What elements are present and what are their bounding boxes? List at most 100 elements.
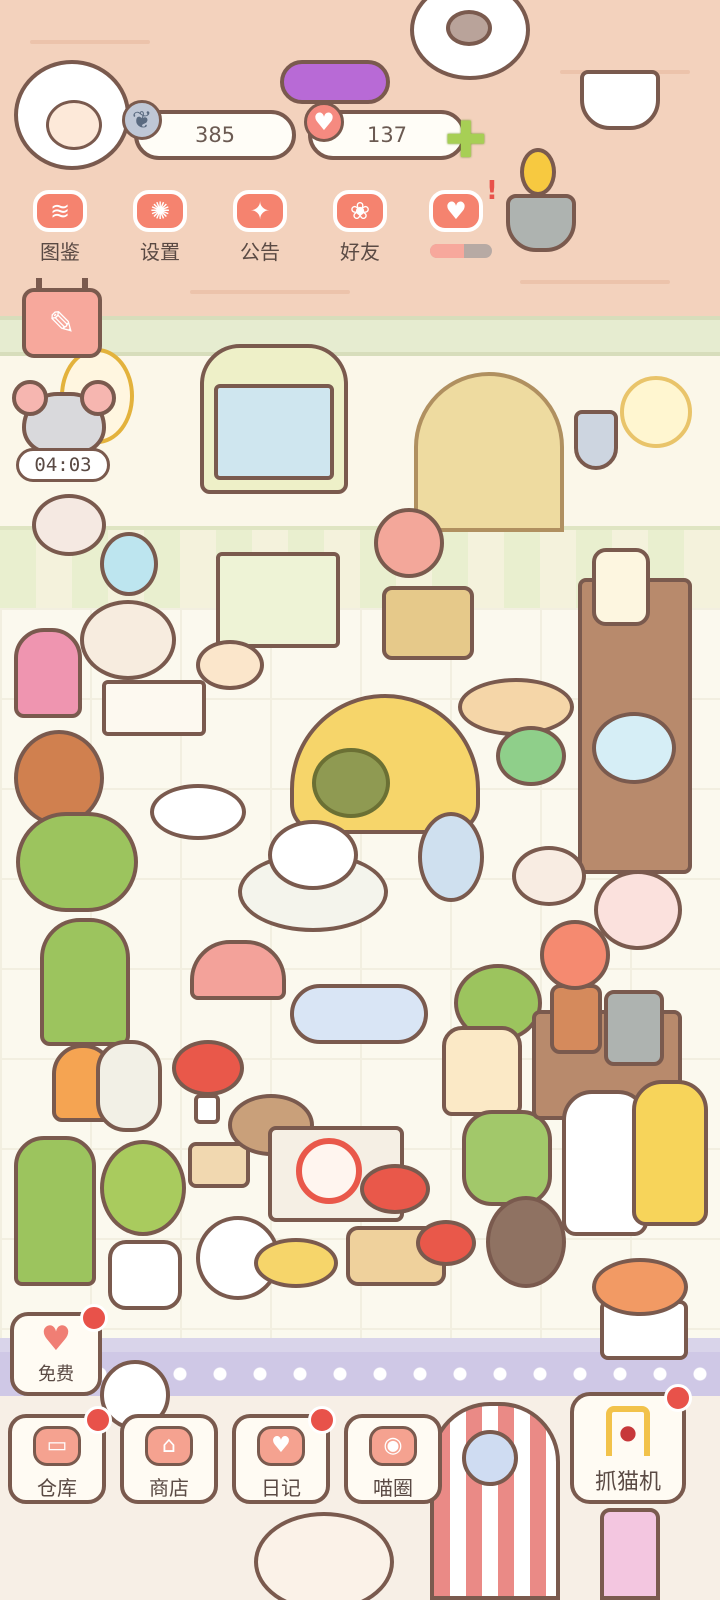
fish-icon: ❦ (122, 100, 162, 140)
shop-icon: ⌂ (145, 1426, 193, 1466)
daisy-pot-decoration[interactable] (442, 1026, 522, 1116)
settings-label: 设置 (140, 240, 180, 264)
shop-label: 商店 (149, 1476, 189, 1500)
cat-circle-button[interactable]: ◉ 喵圈 (344, 1414, 442, 1504)
round-cushion-decoration[interactable] (458, 678, 574, 736)
coconut-drink-decoration[interactable] (496, 726, 566, 786)
edit-room-button[interactable]: ✎ (22, 278, 102, 358)
friends-button[interactable]: ❀ 好友 (316, 190, 404, 266)
shop-button[interactable]: ⌂ 商店 (120, 1414, 218, 1504)
bunny-topiary-decoration[interactable] (40, 918, 130, 1046)
orange-flower-decoration (540, 920, 610, 990)
succulent-pot-decoration (604, 990, 664, 1066)
hanging-ladle-decoration[interactable] (574, 410, 618, 470)
pink-teapot-decoration[interactable] (594, 870, 682, 950)
radish-decoration[interactable] (96, 1040, 162, 1132)
tulip-pot-decoration[interactable] (506, 194, 576, 252)
storage-label: 仓库 (37, 1476, 77, 1500)
claw-icon: ● (606, 1406, 650, 1456)
diary-label: 日记 (261, 1476, 301, 1500)
tulip-flower-decoration (520, 148, 556, 196)
bread-decoration[interactable] (188, 1142, 250, 1188)
heart-letter-icon: ♥ (429, 190, 483, 232)
cat-bed-opening (312, 748, 390, 818)
cactus-pot-decoration (550, 984, 602, 1054)
notice-button[interactable]: ✦ 公告 (216, 190, 304, 266)
candy-cushion-decoration[interactable] (280, 60, 390, 104)
mouse-timer-icon[interactable] (12, 380, 116, 454)
event-progress-bar (430, 244, 492, 258)
lantern-decoration[interactable] (418, 812, 484, 902)
heart-currency-value: 137 (366, 123, 408, 147)
sheep-rug-decoration[interactable] (290, 984, 428, 1044)
claw-machine-label: 抓猫机 (594, 1470, 661, 1495)
straw-hat-decoration[interactable] (620, 376, 692, 448)
mouse-ear-right (80, 380, 116, 416)
hedgehog-decoration[interactable] (512, 846, 586, 906)
gramophone-horn-decoration (374, 508, 444, 578)
mushroom-lamp-stem (194, 1094, 220, 1124)
paint-palette-decoration[interactable] (196, 640, 264, 690)
diary-notification-dot (308, 1406, 336, 1434)
notice-label: 公告 (240, 240, 280, 264)
books-letters-decoration[interactable] (102, 680, 206, 736)
window-glass (214, 384, 334, 480)
guide-button[interactable]: ≋ 图鉴 (16, 190, 104, 266)
record-player-decoration[interactable] (382, 586, 474, 660)
bunny-decoration[interactable] (32, 494, 106, 556)
pink-jar-decoration[interactable] (600, 1508, 660, 1600)
friends-label: 好友 (340, 240, 380, 264)
easel-painting-decoration[interactable] (216, 552, 340, 648)
add-hearts-button[interactable]: ✚ (444, 115, 488, 165)
topiary-bush-decoration[interactable] (16, 812, 138, 912)
heart-icon: ♥ (304, 102, 344, 142)
countdown-timer: 04:03 (16, 448, 110, 482)
potted-tree-decoration[interactable] (14, 1136, 96, 1286)
settings-button[interactable]: ✺ 设置 (116, 190, 204, 266)
claw-notification-dot (664, 1384, 692, 1412)
arched-doorway-decoration[interactable] (414, 372, 564, 532)
hat-chick-decoration[interactable] (254, 1238, 338, 1288)
plus-icon: ✚ (445, 111, 487, 169)
yellow-lily-pot-decoration[interactable] (632, 1080, 708, 1226)
honey-jar-decoration[interactable] (592, 548, 650, 626)
teapot-decoration[interactable] (268, 820, 358, 890)
free-notification-dot (80, 1304, 108, 1332)
wall-brick-line (190, 290, 350, 294)
balloon-decoration (100, 532, 158, 596)
autumn-leaf-decoration (592, 1258, 688, 1316)
fishbowl-decoration[interactable] (592, 712, 676, 784)
wall-brick-line (30, 40, 150, 44)
cat-planet-icon: ◉ (369, 1426, 417, 1466)
round-tree-decoration[interactable] (100, 1140, 186, 1236)
friends-icon: ❀ (333, 190, 387, 232)
event-progress-fill (430, 244, 465, 258)
teacup-decoration[interactable] (580, 70, 660, 130)
free-label: 免费 (38, 1364, 74, 1385)
player-avatar[interactable] (14, 60, 130, 170)
red-mushroom-decoration[interactable] (360, 1164, 430, 1214)
mushroom-lamp-decoration[interactable] (172, 1040, 244, 1096)
mouse-ear-left (12, 380, 48, 416)
diary-book-icon: ♥ (257, 1426, 305, 1466)
cat-head-icon: ≋ (33, 190, 87, 232)
gift-basket-decoration[interactable] (80, 600, 176, 680)
no-sign-symbol (296, 1138, 362, 1204)
gift-icon: ✦ (233, 190, 287, 232)
guide-label: 图鉴 (40, 240, 80, 264)
fish-currency-value: 385 (194, 123, 236, 147)
cat-circle-label: 喵圈 (373, 1476, 413, 1500)
planet-decoration (462, 1430, 518, 1486)
alert-icon: ! (486, 176, 498, 206)
cat-face-decoration (446, 10, 492, 46)
hyacinth-pot-decoration[interactable] (14, 628, 82, 718)
small-mushroom-decoration[interactable] (416, 1220, 476, 1266)
room-back-wall (0, 0, 720, 320)
violet-pot-decoration[interactable] (462, 1110, 552, 1206)
hamster-decoration[interactable] (486, 1196, 566, 1288)
heart-gift-icon: ♥ (40, 1319, 72, 1359)
plate-decoration[interactable] (150, 784, 246, 840)
pink-stool-decoration[interactable] (190, 940, 286, 1000)
storage-notification-dot (84, 1406, 112, 1434)
storage-box-icon: ▭ (33, 1426, 81, 1466)
